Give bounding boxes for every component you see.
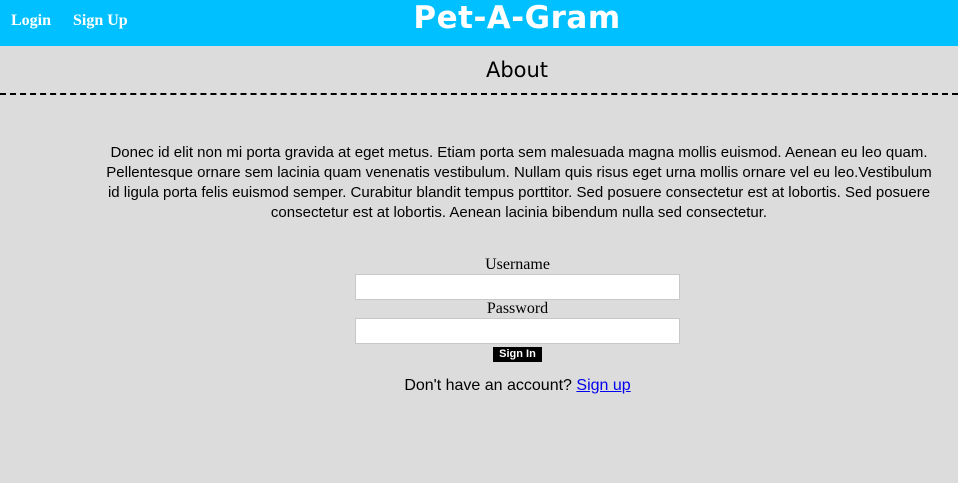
username-input[interactable] [355,274,680,300]
about-paragraph: Donec id elit non mi porta gravida at eg… [106,144,932,221]
password-label: Password [486,300,549,317]
no-account-text: Don't have an account? [404,377,572,394]
site-title: Pet-A-Gram [413,0,621,36]
about-heading: About [485,58,549,82]
signup-link[interactable]: Sign up [576,377,630,394]
signup-prompt: Don't have an account? Sign up [355,377,680,395]
sign-in-button[interactable]: Sign In [493,347,542,362]
password-input[interactable] [355,318,680,344]
username-label: Username [485,256,550,273]
dashed-divider [0,93,958,95]
top-nav-bar: Login Sign Up Pet-A-Gram [0,0,958,46]
